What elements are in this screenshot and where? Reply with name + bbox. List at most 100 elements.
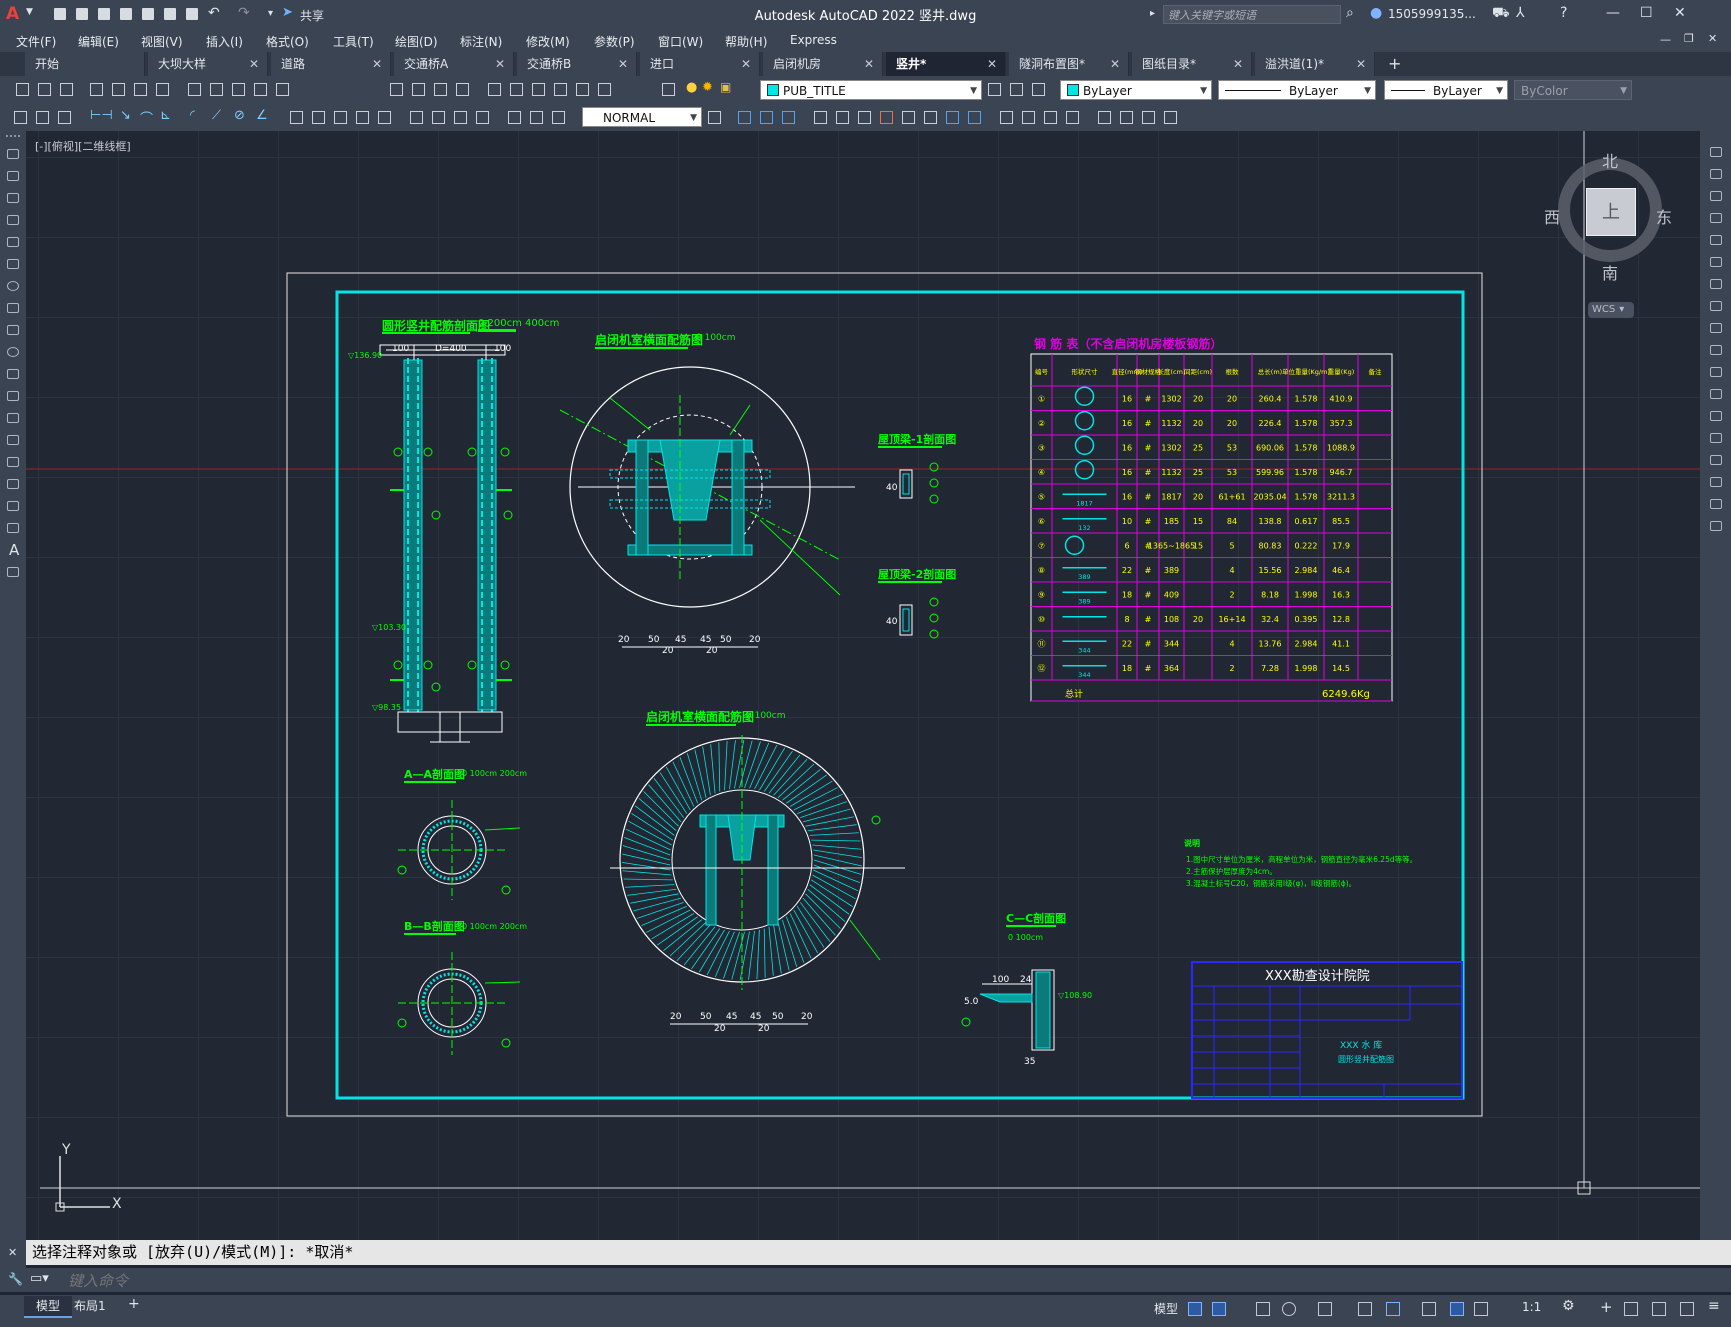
snap-mode-icon[interactable] [1210, 1300, 1228, 1318]
menu-draw[interactable]: 绘图(D) [395, 33, 438, 50]
units-icon[interactable] [1622, 1300, 1640, 1318]
tab-drawing-index[interactable]: 图纸目录* ✕ [1132, 52, 1252, 76]
cart-icon[interactable]: ⛟ [1492, 5, 1510, 23]
text-style-icon[interactable] [12, 109, 29, 126]
search-expand-icon[interactable]: ▸ [1150, 8, 1155, 19]
menu-express[interactable]: Express [790, 33, 837, 47]
tool-palettes-icon[interactable] [530, 81, 547, 98]
autodesk-app-icon[interactable]: ⅄ [1516, 5, 1525, 21]
angular-icon[interactable]: ∠ [256, 108, 268, 123]
isometric-icon[interactable] [1316, 1300, 1334, 1318]
lineweight-icon[interactable] [1420, 1300, 1438, 1318]
customize-icon[interactable]: 🔧 [8, 1272, 23, 1286]
linetype-dropdown[interactable]: ByLayer ▼ [1218, 80, 1376, 100]
join-icon[interactable] [998, 109, 1015, 126]
linear-dim-icon[interactable]: ⊢⊣ [90, 108, 113, 123]
tab-layout1[interactable]: 布局1 [62, 1296, 118, 1316]
arc-length-icon[interactable]: ⌒ [140, 108, 153, 127]
tolerance-icon[interactable] [408, 109, 425, 126]
new-file-icon[interactable] [52, 6, 68, 22]
multiline-text-icon[interactable]: A [9, 541, 19, 559]
compass-west[interactable]: 西 [1544, 204, 1560, 228]
chamfer-icon[interactable] [1708, 453, 1724, 467]
open-web-icon[interactable] [140, 6, 156, 22]
diameter-icon[interactable]: ⊘ [234, 108, 245, 123]
close-window-icon[interactable]: ✕ [1674, 5, 1686, 21]
new-icon[interactable] [14, 81, 31, 98]
publish-icon[interactable] [132, 81, 149, 98]
polar-tracking-icon[interactable] [1280, 1300, 1298, 1318]
aligned-dim-icon[interactable]: ↘ [120, 108, 131, 123]
inspect-icon[interactable] [452, 109, 469, 126]
dim-update-icon[interactable] [550, 109, 567, 126]
join-icon[interactable] [1708, 431, 1724, 445]
lineweight-dropdown[interactable]: ByLayer ▼ [1384, 80, 1508, 100]
annotation-visibility-icon[interactable] [1448, 1300, 1466, 1318]
compass-south[interactable]: 南 [1602, 260, 1618, 284]
break-at-point-icon[interactable] [1708, 387, 1724, 401]
hatch-icon[interactable] [5, 455, 21, 469]
workspace-gear-icon[interactable]: ⚙ [1562, 1298, 1575, 1314]
tab-road[interactable]: 道路 ✕ [271, 52, 391, 76]
customization-menu-icon[interactable]: ≡ [1708, 1298, 1720, 1314]
tab-spillway[interactable]: 溢洪道(1)* ✕ [1255, 52, 1375, 76]
viewcube[interactable]: 上 北 南 东 西 [1544, 152, 1672, 283]
point-icon[interactable] [5, 433, 21, 447]
share-button[interactable]: 共享 [300, 7, 324, 24]
plot-preview-icon[interactable] [110, 81, 127, 98]
blend-icon[interactable] [1064, 109, 1081, 126]
cut-icon[interactable] [186, 81, 203, 98]
toolbar-grip[interactable] [6, 135, 20, 137]
scale-icon[interactable] [878, 109, 895, 126]
maximize-icon[interactable]: ☐ [1640, 5, 1653, 21]
command-input[interactable] [66, 1270, 1670, 1292]
tab-close-icon[interactable]: ✕ [1110, 52, 1120, 76]
plotstyle-dropdown[interactable]: ByColor ▼ [1514, 80, 1632, 100]
circle-icon[interactable] [5, 279, 21, 293]
compass-north[interactable]: 北 [1602, 148, 1618, 172]
tab-close-icon[interactable]: ✕ [987, 52, 997, 76]
tab-close-icon[interactable]: ✕ [618, 52, 628, 76]
extend-icon[interactable] [944, 109, 961, 126]
doc-minimize-icon[interactable]: — [1660, 33, 1671, 46]
3d-print-icon[interactable] [154, 81, 171, 98]
copy-object-icon[interactable] [736, 109, 753, 126]
menu-view[interactable]: 视图(V) [141, 33, 183, 50]
app-menu-chevron-icon[interactable]: ▼ [26, 7, 33, 17]
space-icon[interactable] [354, 109, 371, 126]
baseline-icon[interactable] [310, 109, 327, 126]
array-icon[interactable] [812, 109, 829, 126]
compass-east[interactable]: 东 [1656, 204, 1672, 228]
move-icon[interactable] [1708, 255, 1724, 269]
tab-tunnel-layout[interactable]: 隧洞布置图* ✕ [1009, 52, 1129, 76]
ordinate-icon[interactable]: ⊾ [160, 108, 171, 123]
tab-close-icon[interactable]: ✕ [372, 52, 382, 76]
object-snap-tracking-icon[interactable] [1356, 1300, 1374, 1318]
dim-style-manager-icon[interactable] [706, 109, 723, 126]
draworder-icon[interactable] [1118, 109, 1135, 126]
help-icon[interactable]: ? [1560, 5, 1567, 21]
layer-thaw-sun-icon[interactable]: ✹ [702, 80, 713, 95]
offset-icon[interactable] [780, 109, 797, 126]
calculator-icon[interactable] [596, 81, 613, 98]
scale-icon[interactable] [1708, 299, 1724, 313]
drawing-canvas[interactable]: 圆形竖井配筋剖面图 0 200cm 400cm 100 D=400 100 ▽1… [26, 131, 1700, 1241]
minimize-icon[interactable]: — [1606, 5, 1620, 21]
pan-icon[interactable] [388, 81, 405, 98]
jogged-icon[interactable]: ⟋ [212, 108, 221, 123]
doc-restore-icon[interactable]: ❐ [1684, 32, 1694, 45]
dim-edit-icon[interactable] [506, 109, 523, 126]
menu-modify[interactable]: 修改(M) [526, 33, 570, 50]
rotate-icon[interactable] [1708, 277, 1724, 291]
copy-icon[interactable] [1708, 167, 1724, 181]
menu-help[interactable]: 帮助(H) [725, 33, 767, 50]
zoom-realtime-icon[interactable] [410, 81, 427, 98]
redo-icon[interactable]: ↷ [238, 5, 250, 21]
polyline-icon[interactable] [5, 191, 21, 205]
erase-icon[interactable] [1708, 145, 1724, 159]
open-file-icon[interactable] [74, 6, 90, 22]
dimstyle-dropdown[interactable]: NORMAL ▼ [582, 107, 702, 127]
annotation-scale-icon[interactable] [34, 109, 51, 126]
add-selected-icon[interactable] [5, 565, 21, 579]
stretch-icon[interactable] [1708, 321, 1724, 335]
